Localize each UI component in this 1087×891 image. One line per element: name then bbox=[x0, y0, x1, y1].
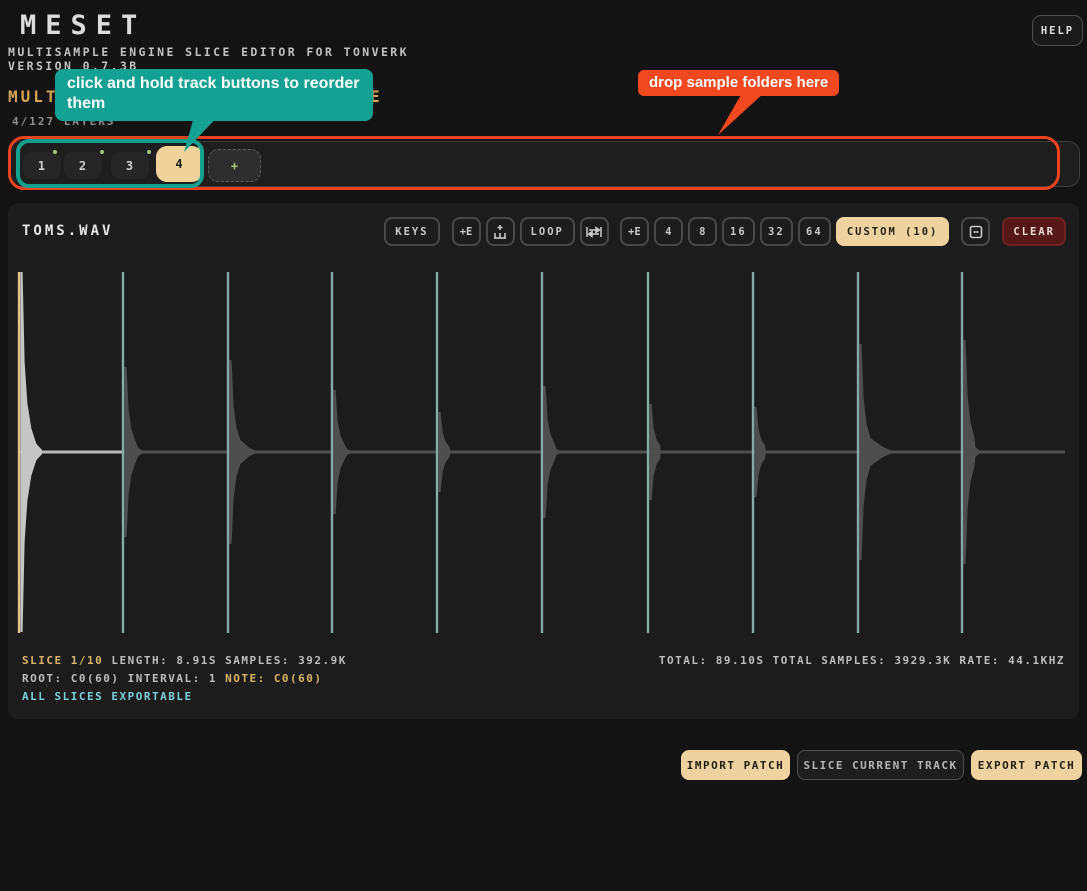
help-button[interactable]: HELP bbox=[1032, 15, 1083, 46]
slice-marker[interactable] bbox=[961, 272, 963, 633]
totals-line: TOTAL: 89.10S TOTAL SAMPLES: 3929.3K RAT… bbox=[659, 654, 1065, 667]
app-title: MESET bbox=[20, 10, 146, 41]
slice-length: LENGTH: 8.91S SAMPLES: 392.9K bbox=[103, 654, 347, 667]
slice-marker[interactable] bbox=[647, 272, 649, 633]
root-note-line: ROOT: C0(60) INTERVAL: 1 NOTE: C0(60) bbox=[22, 672, 323, 685]
slice-index: SLICE 1/10 bbox=[22, 654, 103, 667]
mode-heading-start: MULT bbox=[8, 87, 59, 106]
slice-status-line: SLICE 1/10 LENGTH: 8.91S SAMPLES: 392.9K bbox=[22, 654, 347, 667]
slice-current-track-button[interactable]: SLICE CURRENT TRACK bbox=[797, 750, 964, 780]
add-track-button[interactable]: + bbox=[208, 149, 261, 182]
slice-marker[interactable] bbox=[857, 272, 859, 633]
drop-tooltip-tail bbox=[700, 93, 780, 137]
slice-marker[interactable] bbox=[227, 272, 229, 633]
root-interval: ROOT: C0(60) INTERVAL: 1 bbox=[22, 672, 225, 685]
editor-panel: TOMS.WAV KEYS +E LOOP +E 4 bbox=[8, 203, 1079, 719]
track-button-4[interactable]: 4 bbox=[156, 146, 203, 182]
meset-app: { "header": { "title": "MESET", "subtitl… bbox=[0, 0, 1087, 891]
track-loaded-dot bbox=[198, 145, 202, 149]
slice-marker[interactable] bbox=[331, 272, 333, 633]
slice-marker[interactable] bbox=[18, 272, 20, 633]
track-button-1[interactable]: 1 bbox=[23, 152, 61, 179]
reorder-tooltip: click and hold track buttons to reorder … bbox=[55, 69, 373, 121]
exportable-status: ALL SLICES EXPORTABLE bbox=[22, 690, 193, 703]
track-loaded-dot bbox=[100, 150, 104, 154]
app-subtitle: MULTISAMPLE ENGINE SLICE EDITOR FOR TONV… bbox=[8, 45, 409, 59]
slice-marker[interactable] bbox=[436, 272, 438, 633]
waveform-display[interactable] bbox=[8, 203, 1079, 719]
track-button-3[interactable]: 3 bbox=[111, 152, 149, 179]
track-button-2[interactable]: 2 bbox=[64, 152, 102, 179]
track-loaded-dot bbox=[147, 150, 151, 154]
slice-marker[interactable] bbox=[752, 272, 754, 633]
track-row: 1 2 3 4 + bbox=[8, 141, 1080, 187]
drop-tooltip: drop sample folders here bbox=[638, 70, 839, 96]
import-patch-button[interactable]: IMPORT PATCH bbox=[681, 750, 790, 780]
export-patch-button[interactable]: EXPORT PATCH bbox=[971, 750, 1082, 780]
slice-marker[interactable] bbox=[541, 272, 543, 633]
note-value: NOTE: C0(60) bbox=[225, 672, 322, 685]
track-loaded-dot bbox=[53, 150, 57, 154]
slice-marker[interactable] bbox=[122, 272, 124, 633]
